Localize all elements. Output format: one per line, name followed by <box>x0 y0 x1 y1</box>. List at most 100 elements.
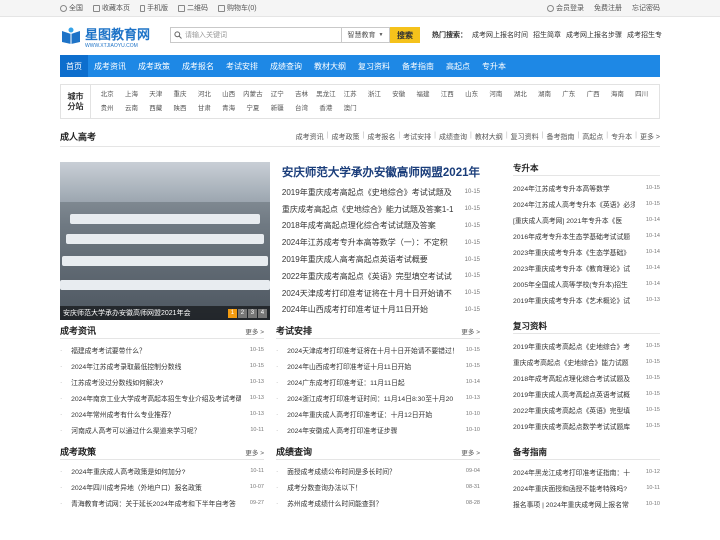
section-link[interactable]: 成绩查询 <box>439 132 467 142</box>
list-item[interactable]: 2019年重庆成人高考高起点英语考试概要 10-15 <box>282 251 480 268</box>
list-item-title[interactable]: 2024浙江成考打印准考证时间：11月14日8:30至十月20 <box>287 393 457 403</box>
list-item[interactable]: 2019年重庆成考高起点《史地综合》考 10-15 <box>513 338 660 354</box>
forgot-password-link[interactable]: 忘记密码 <box>632 3 660 13</box>
list-item[interactable]: · 2024天津成考打印准考证将在十月十日开始请不要错过！ 10-15 <box>276 342 480 358</box>
list-item-title[interactable]: 面授成考成绩公布时间是多长时间？ <box>287 466 457 476</box>
city-link[interactable]: 天津 <box>144 88 168 102</box>
list-item[interactable]: · 2024广东成考打印准考证：11月11日起 10-14 <box>276 374 480 390</box>
list-item-title[interactable]: 2024年重庆成人高考政策是如何加分? <box>71 466 241 476</box>
nav-news[interactable]: 成考资讯 <box>88 55 132 77</box>
list-item[interactable]: 2024年重庆面授和函授不能考特殊吗? 10-11 <box>513 480 660 496</box>
city-link[interactable]: 宁夏 <box>241 102 265 116</box>
list-item-title[interactable]: 青海教育考试网：关于延长2024年成考和下半年自考答 <box>71 498 241 508</box>
city-link[interactable]: 山东 <box>459 88 483 102</box>
list-item[interactable]: 2023年重庆成考专升本《生态学基础》 10-14 <box>513 244 660 260</box>
city-link[interactable]: 西藏 <box>144 102 168 116</box>
list-item-title[interactable]: 2024天津成考打印准考证将在十月十日开始请不 <box>282 288 460 299</box>
city-link[interactable]: 重庆 <box>168 88 192 102</box>
list-item[interactable]: · 2024年重庆成人高考打印准考证：十月12日开始 10-10 <box>276 406 480 422</box>
list-item-title[interactable]: 2018年成考高起点理化综合考试试题及 <box>513 373 635 383</box>
slide-page-1[interactable]: 1 <box>227 309 237 318</box>
city-link[interactable]: 湖南 <box>532 88 556 102</box>
section-link[interactable]: 成考资讯 <box>296 132 324 142</box>
city-link[interactable]: 福建 <box>411 88 435 102</box>
list-item[interactable]: 2024年江苏成考专升本高等数学（一）：不定积 10-15 <box>282 234 480 251</box>
list-item[interactable]: · 成考分数查询办法以下！ 08-31 <box>276 479 480 495</box>
nav-home[interactable]: 首页 <box>60 55 88 77</box>
city-link[interactable]: 江苏 <box>338 88 362 102</box>
list-item-title[interactable]: 重庆成考高起点《史地综合》能力试题 <box>513 357 635 367</box>
slide-page-4[interactable]: 4 <box>257 309 267 318</box>
list-item-title[interactable]: 福建成考考试要带什么？ <box>71 345 241 355</box>
list-item-title[interactable]: 报名事项 | 2024年重庆成考网上报名常 <box>513 499 635 509</box>
list-item[interactable]: 2005年全国成人高等学校(专升本)招生 10-14 <box>513 276 660 292</box>
hot-search-item[interactable]: 成考网上报名时间 <box>472 30 528 40</box>
list-item[interactable]: 2024年黑龙江成考打印准考证指南：十 10-12 <box>513 464 660 480</box>
section-link[interactable]: 高起点 <box>582 132 603 142</box>
city-link[interactable]: 台湾 <box>289 102 313 116</box>
list-item[interactable]: 2018年成考高起点理化综合考试试题及 10-15 <box>513 370 660 386</box>
nav-schedule[interactable]: 考试安排 <box>220 55 264 77</box>
city-link[interactable]: 甘肃 <box>192 102 216 116</box>
nav-gaoqidian[interactable]: 高起点 <box>440 55 476 77</box>
location-link[interactable]: 全国 <box>60 3 83 13</box>
city-link[interactable]: 河北 <box>192 88 216 102</box>
list-item[interactable]: 2019年重庆成人高考高起点英语考试概 10-15 <box>513 386 660 402</box>
hot-search-item[interactable]: 成考招生专 <box>627 30 662 40</box>
slide-page-3[interactable]: 3 <box>247 309 257 318</box>
city-link[interactable]: 香港 <box>314 102 338 116</box>
list-item[interactable]: 2023年重庆成考专升本《教育理论》试 10-14 <box>513 260 660 276</box>
list-item[interactable]: 2016年成考专升本生态学基础考试试题 10-14 <box>513 228 660 244</box>
list-item-title[interactable]: [重庆成人高考网] 2021年专升本《医 <box>513 215 635 225</box>
city-link[interactable]: 北京 <box>95 88 119 102</box>
list-item[interactable]: · 2024年山西成考打印准考证十月11日开始 10-15 <box>276 358 480 374</box>
list-item-title[interactable]: 2016年成考专升本生态学基础考试试题 <box>513 231 635 241</box>
city-link[interactable]: 广东 <box>557 88 581 102</box>
list-item-title[interactable]: 2005年全国成人高等学校(专升本)招生 <box>513 279 635 289</box>
section-link[interactable]: 成考政策 <box>332 132 360 142</box>
city-link[interactable]: 安徽 <box>387 88 411 102</box>
nav-register[interactable]: 成考报名 <box>176 55 220 77</box>
list-item[interactable]: 2024年江苏成考专升本高等数学 10-15 <box>513 180 660 196</box>
qrcode-link[interactable]: 二维码 <box>178 3 208 13</box>
list-item[interactable]: · 2024年安徽成人高考打印准考证步骤 10-10 <box>276 422 480 438</box>
more-link[interactable]: 更多 > <box>245 447 264 457</box>
city-link[interactable]: 辽宁 <box>265 88 289 102</box>
list-item-title[interactable]: 2019年重庆成人高考高起点英语考试概 <box>513 389 635 399</box>
favorite-link[interactable]: 收藏本页 <box>93 3 130 13</box>
list-item-title[interactable]: 2024年江苏成考专升本高等数学（一）：不定积 <box>282 237 460 248</box>
list-item[interactable]: · 2024年重庆成人高考政策是如何加分? 10-11 <box>60 463 264 479</box>
list-item-title[interactable]: 2019年重庆成考专升本《艺术概论》试 <box>513 295 635 305</box>
list-item[interactable]: · 2024年南京工业大学成考高起本招生专业介绍及考试考碼 10-13 <box>60 390 264 406</box>
list-item[interactable]: 2019年重庆成考专升本《艺术概论》试 10-13 <box>513 292 660 308</box>
city-link[interactable]: 海南 <box>605 88 629 102</box>
city-link[interactable]: 贵州 <box>95 102 119 116</box>
list-item-title[interactable]: 2022年重庆成考高起点《英语》完型填 <box>513 405 635 415</box>
list-item-title[interactable]: 2024年江苏成人高考专升本《英语》必须 <box>513 199 635 209</box>
city-link[interactable]: 青海 <box>216 102 240 116</box>
list-item-title[interactable]: 2024广东成考打印准考证：11月11日起 <box>287 377 457 387</box>
list-item[interactable]: [重庆成人高考网] 2021年专升本《医 10-14 <box>513 212 660 228</box>
city-link[interactable]: 广西 <box>581 88 605 102</box>
nav-zhuanshengben[interactable]: 专升本 <box>476 55 512 77</box>
list-item-title[interactable]: 2019年重庆成考高起点数学考试试题库 <box>513 421 635 431</box>
list-item-title[interactable]: 重庆成考高起点《史地综合》能力试题及答案1-1 <box>282 204 460 215</box>
slideshow-image[interactable]: 安庆师范大学承办安徽高师网盟2021年会 1 2 3 4 <box>60 162 270 320</box>
section-link[interactable]: 备考指南 <box>546 132 574 142</box>
list-item[interactable]: 2019年重庆成考高起点《史地综合》考试试题及 10-15 <box>282 184 480 201</box>
list-item[interactable]: 2019年重庆成考高起点数学考试试题库 10-15 <box>513 418 660 434</box>
list-item[interactable]: 2018年成考高起点理化综合考试试题及答案 10-15 <box>282 218 480 235</box>
more-link[interactable]: 更多 > <box>461 447 480 457</box>
cart-link[interactable]: 购物车(0) <box>218 3 257 13</box>
search-scope-select[interactable]: 智慧教育 ▼ <box>342 27 390 43</box>
section-link[interactable]: 专升本 <box>611 132 632 142</box>
city-link[interactable]: 浙江 <box>362 88 386 102</box>
section-link[interactable]: 教材大纲 <box>475 132 503 142</box>
list-item-title[interactable]: 2023年重庆成考专升本《生态学基础》 <box>513 247 635 257</box>
hot-search-item[interactable]: 成考网上报名步骤 <box>566 30 622 40</box>
section-link[interactable]: 复习资料 <box>511 132 539 142</box>
list-item-title[interactable]: 2024年重庆面授和函授不能考特殊吗? <box>513 483 635 493</box>
city-link[interactable]: 黑龙江 <box>314 88 338 102</box>
city-link[interactable]: 云南 <box>119 102 143 116</box>
list-item[interactable]: · 2024浙江成考打印准考证时间：11月14日8:30至十月20 10-13 <box>276 390 480 406</box>
